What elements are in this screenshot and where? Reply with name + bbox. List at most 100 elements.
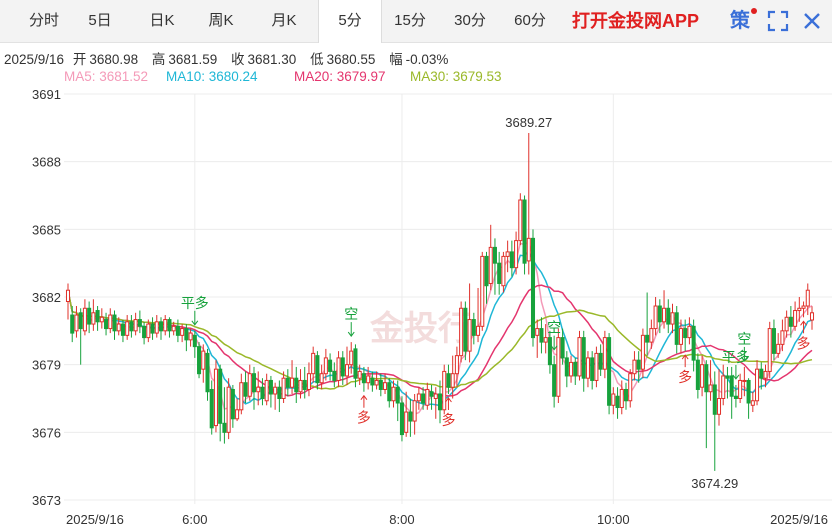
candle-body (518, 199, 523, 242)
candle-body (569, 361, 574, 377)
candle-body (264, 379, 269, 402)
candle-body (539, 328, 544, 343)
candle-body (129, 321, 134, 332)
candle-body (184, 328, 189, 341)
candle-body (683, 328, 688, 339)
candle-body (378, 379, 383, 390)
candle-body (590, 357, 595, 381)
candle-body (112, 314, 117, 332)
candle-body (78, 312, 83, 330)
candle-body (687, 325, 692, 339)
candle-body (547, 337, 552, 366)
candle-body (467, 319, 472, 352)
candle-body (670, 312, 675, 325)
candle-body (353, 348, 358, 379)
candle-body (366, 375, 371, 384)
candle-body (163, 319, 168, 332)
candle-body (564, 357, 569, 377)
candle-body (509, 251, 514, 269)
candle-body (657, 305, 662, 323)
candle-body (315, 355, 320, 384)
candle-body (154, 321, 159, 334)
candle-body (133, 319, 138, 332)
candle-body (577, 337, 582, 377)
candle-body (733, 395, 738, 400)
candle-body (74, 314, 79, 332)
candle-body (543, 337, 548, 343)
y-tick-label: 3691 (32, 87, 61, 102)
candle-body (514, 240, 519, 269)
candle-body (120, 323, 125, 336)
watermark: 金投行 (369, 309, 472, 348)
candle-body (399, 402, 404, 436)
candle-body (374, 379, 379, 386)
candle-body (488, 246, 493, 284)
candle-body (180, 328, 185, 336)
candle-body (700, 364, 705, 388)
y-tick-label: 3673 (32, 493, 61, 508)
signal-label: 平多 (722, 349, 750, 365)
candle-body (784, 316, 789, 332)
candle-body (759, 368, 764, 379)
candle-body (260, 386, 265, 400)
candle-body (391, 386, 396, 402)
candle-body (454, 355, 459, 375)
candle-body (767, 328, 772, 372)
candle-body (560, 337, 565, 359)
candle-body (556, 337, 561, 397)
x-tick-label: 8:00 (389, 512, 414, 527)
candle-body (285, 377, 290, 388)
candle-body (573, 361, 578, 377)
candle-body (805, 289, 810, 307)
candle-body (277, 386, 282, 400)
candle-body (632, 359, 637, 375)
candle-body (649, 328, 654, 343)
candle-body (218, 368, 223, 424)
candle-body (535, 328, 540, 336)
candle-body (213, 368, 218, 427)
candle-body (290, 377, 295, 388)
candle-body (721, 375, 726, 400)
candle-body (459, 307, 464, 357)
candle-body (619, 388, 624, 409)
x-tick-label: 6:00 (182, 512, 207, 527)
candle-body (256, 386, 261, 393)
candle-body (357, 370, 362, 379)
candle-body (108, 314, 113, 330)
y-tick-label: 3682 (32, 290, 61, 305)
candle-body (788, 316, 793, 327)
candle-body (712, 384, 717, 415)
candle-body (294, 377, 299, 393)
candle-body (746, 379, 751, 404)
candle-body (695, 359, 700, 390)
candle-body (497, 262, 502, 284)
max-price-label: 3689.27 (505, 115, 552, 130)
candle-body (611, 393, 616, 406)
candle-body (235, 409, 240, 420)
signal-label: 平多 (181, 295, 209, 311)
candle-body (505, 251, 510, 257)
candle-body (349, 350, 354, 366)
candle-body (602, 337, 607, 370)
candle-body (87, 307, 92, 325)
candle-body (340, 357, 345, 377)
candle-body (116, 323, 121, 332)
candle-body (492, 246, 497, 264)
candle-body (793, 310, 798, 327)
candle-body (247, 373, 252, 397)
candle-body (433, 393, 438, 400)
candle-body (716, 398, 722, 415)
candle-body (484, 255, 489, 287)
candle-body (99, 316, 104, 323)
candle-body (91, 312, 96, 325)
candle-body (188, 332, 193, 341)
candle-body (450, 373, 455, 388)
candle-body (323, 357, 328, 375)
candle-body (201, 350, 206, 370)
candle-body (480, 255, 485, 327)
candle-body (192, 334, 197, 348)
candle-body (615, 395, 620, 409)
candle-body (387, 382, 392, 402)
candle-body (666, 307, 671, 325)
candlestick-chart[interactable]: 3691 3688 3685 3682 3679 3676 3673 2025/9/16 6:0… (0, 0, 832, 531)
